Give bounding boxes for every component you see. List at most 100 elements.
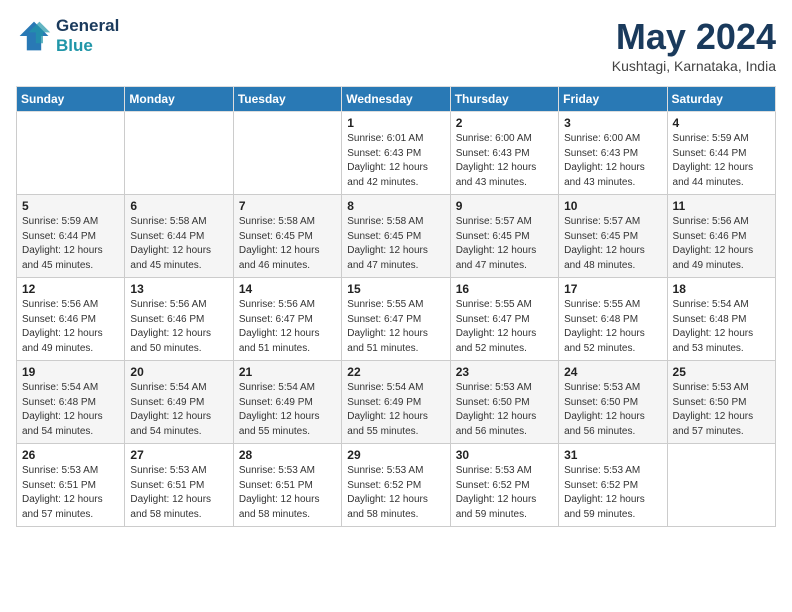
calendar-day-cell: 18Sunrise: 5:54 AM Sunset: 6:48 PM Dayli… [667, 278, 775, 361]
day-number: 2 [456, 116, 553, 130]
day-info: Sunrise: 6:01 AM Sunset: 6:43 PM Dayligh… [347, 132, 444, 190]
calendar-day-cell: 12 Sunrise: 5:56 AM Sunset: 6:46 PM Dayli… [17, 278, 125, 361]
day-info: Sunrise: 5:53 AM Sunset: 6:51 PM Dayligh… [239, 464, 336, 522]
calendar-day-cell: 1 Sunrise: 6:01 AM Sunset: 6:43 PM Daylig… [342, 112, 450, 195]
calendar-day-cell: 15Sunrise: 5:55 AM Sunset: 6:47 PM Dayli… [342, 278, 450, 361]
day-number: 3 [564, 116, 661, 130]
day-number: 22 [347, 365, 444, 379]
logo: General Blue [16, 16, 119, 56]
calendar-day-cell: 4Sunrise: 5:59 AM Sunset: 6:44 PM Daylig… [667, 112, 775, 195]
day-number: 23 [456, 365, 553, 379]
weekday-header: Thursday [450, 87, 558, 112]
day-info: Sunrise: 5:54 AM Sunset: 6:49 PM Dayligh… [347, 381, 444, 439]
day-number: 12 [22, 282, 119, 296]
calendar-day-cell [125, 112, 233, 195]
calendar-header: SundayMondayTuesdayWednesdayThursdayFrid… [17, 87, 776, 112]
weekday-header: Wednesday [342, 87, 450, 112]
calendar-day-cell: 25Sunrise: 5:53 AM Sunset: 6:50 PM Dayli… [667, 361, 775, 444]
calendar-day-cell: 21 Sunrise: 5:54 AM Sunset: 6:49 PM Dayli… [233, 361, 341, 444]
day-info: Sunrise: 6:00 AM Sunset: 6:43 PM Dayligh… [564, 132, 661, 190]
day-number: 6 [130, 199, 227, 213]
calendar-week-row: 12 Sunrise: 5:56 AM Sunset: 6:46 PM Dayli… [17, 278, 776, 361]
day-number: 20 [130, 365, 227, 379]
calendar-day-cell: 17 Sunrise: 5:55 AM Sunset: 6:48 PM Dayli… [559, 278, 667, 361]
day-number: 18 [673, 282, 770, 296]
day-number: 27 [130, 448, 227, 462]
day-info: Sunrise: 5:55 AM Sunset: 6:48 PM Dayligh… [564, 298, 661, 356]
calendar-day-cell: 22 Sunrise: 5:54 AM Sunset: 6:49 PM Dayli… [342, 361, 450, 444]
day-info: Sunrise: 5:56 AM Sunset: 6:47 PM Dayligh… [239, 298, 336, 356]
calendar-day-cell [17, 112, 125, 195]
weekday-header: Monday [125, 87, 233, 112]
calendar-day-cell: 3 Sunrise: 6:00 AM Sunset: 6:43 PM Daylig… [559, 112, 667, 195]
calendar-day-cell: 30Sunrise: 5:53 AM Sunset: 6:52 PM Dayli… [450, 444, 558, 527]
day-number: 16 [456, 282, 553, 296]
calendar-table: SundayMondayTuesdayWednesdayThursdayFrid… [16, 86, 776, 527]
day-info: Sunrise: 5:56 AM Sunset: 6:46 PM Dayligh… [673, 215, 770, 273]
calendar-day-cell: 8 Sunrise: 5:58 AM Sunset: 6:45 PM Daylig… [342, 195, 450, 278]
day-number: 28 [239, 448, 336, 462]
day-number: 26 [22, 448, 119, 462]
calendar-day-cell: 16 Sunrise: 5:55 AM Sunset: 6:47 PM Dayli… [450, 278, 558, 361]
day-info: Sunrise: 5:54 AM Sunset: 6:49 PM Dayligh… [130, 381, 227, 439]
calendar-day-cell: 7 Sunrise: 5:58 AM Sunset: 6:45 PM Daylig… [233, 195, 341, 278]
calendar-day-cell: 6 Sunrise: 5:58 AM Sunset: 6:44 PM Daylig… [125, 195, 233, 278]
location: Kushtagi, Karnataka, India [612, 58, 776, 74]
logo-icon [16, 18, 52, 54]
calendar-day-cell: 11 Sunrise: 5:56 AM Sunset: 6:46 PM Dayli… [667, 195, 775, 278]
calendar-day-cell: 31 Sunrise: 5:53 AM Sunset: 6:52 PM Dayli… [559, 444, 667, 527]
calendar-day-cell: 19Sunrise: 5:54 AM Sunset: 6:48 PM Dayli… [17, 361, 125, 444]
calendar-day-cell: 20 Sunrise: 5:54 AM Sunset: 6:49 PM Dayli… [125, 361, 233, 444]
calendar-day-cell [667, 444, 775, 527]
day-number: 1 [347, 116, 444, 130]
day-number: 31 [564, 448, 661, 462]
day-number: 10 [564, 199, 661, 213]
calendar-day-cell: 24 Sunrise: 5:53 AM Sunset: 6:50 PM Dayli… [559, 361, 667, 444]
day-number: 9 [456, 199, 553, 213]
day-number: 8 [347, 199, 444, 213]
day-number: 11 [673, 199, 770, 213]
calendar-day-cell: 13 Sunrise: 5:56 AM Sunset: 6:46 PM Dayli… [125, 278, 233, 361]
calendar-week-row: 26 Sunrise: 5:53 AM Sunset: 6:51 PM Dayli… [17, 444, 776, 527]
day-info: Sunrise: 5:53 AM Sunset: 6:50 PM Dayligh… [673, 381, 770, 439]
day-number: 5 [22, 199, 119, 213]
day-info: Sunrise: 5:53 AM Sunset: 6:50 PM Dayligh… [456, 381, 553, 439]
day-number: 30 [456, 448, 553, 462]
weekday-header: Friday [559, 87, 667, 112]
day-info: Sunrise: 5:58 AM Sunset: 6:45 PM Dayligh… [239, 215, 336, 273]
day-info: Sunrise: 5:53 AM Sunset: 6:52 PM Dayligh… [564, 464, 661, 522]
calendar-week-row: 5Sunrise: 5:59 AM Sunset: 6:44 PM Daylig… [17, 195, 776, 278]
day-number: 15 [347, 282, 444, 296]
day-info: Sunrise: 5:58 AM Sunset: 6:45 PM Dayligh… [347, 215, 444, 273]
day-info: Sunrise: 5:54 AM Sunset: 6:49 PM Dayligh… [239, 381, 336, 439]
day-number: 7 [239, 199, 336, 213]
logo-text: General Blue [56, 16, 119, 56]
weekday-header: Sunday [17, 87, 125, 112]
day-info: Sunrise: 5:53 AM Sunset: 6:52 PM Dayligh… [347, 464, 444, 522]
day-number: 19 [22, 365, 119, 379]
day-info: Sunrise: 5:57 AM Sunset: 6:45 PM Dayligh… [456, 215, 553, 273]
calendar-week-row: 19Sunrise: 5:54 AM Sunset: 6:48 PM Dayli… [17, 361, 776, 444]
day-info: Sunrise: 5:53 AM Sunset: 6:51 PM Dayligh… [22, 464, 119, 522]
weekday-header: Saturday [667, 87, 775, 112]
day-number: 14 [239, 282, 336, 296]
day-info: Sunrise: 5:57 AM Sunset: 6:45 PM Dayligh… [564, 215, 661, 273]
calendar-day-cell: 29Sunrise: 5:53 AM Sunset: 6:52 PM Dayli… [342, 444, 450, 527]
calendar-day-cell: 2 Sunrise: 6:00 AM Sunset: 6:43 PM Daylig… [450, 112, 558, 195]
day-number: 4 [673, 116, 770, 130]
day-info: Sunrise: 5:56 AM Sunset: 6:46 PM Dayligh… [130, 298, 227, 356]
calendar-day-cell [233, 112, 341, 195]
day-info: Sunrise: 5:56 AM Sunset: 6:46 PM Dayligh… [22, 298, 119, 356]
day-number: 21 [239, 365, 336, 379]
month-title: May 2024 [612, 16, 776, 58]
calendar-week-row: 1 Sunrise: 6:01 AM Sunset: 6:43 PM Daylig… [17, 112, 776, 195]
day-number: 24 [564, 365, 661, 379]
day-info: Sunrise: 5:53 AM Sunset: 6:50 PM Dayligh… [564, 381, 661, 439]
day-number: 13 [130, 282, 227, 296]
day-info: Sunrise: 5:55 AM Sunset: 6:47 PM Dayligh… [456, 298, 553, 356]
page-header: General Blue May 2024 Kushtagi, Karnatak… [16, 16, 776, 74]
calendar-day-cell: 28 Sunrise: 5:53 AM Sunset: 6:51 PM Dayli… [233, 444, 341, 527]
day-number: 17 [564, 282, 661, 296]
day-info: Sunrise: 5:58 AM Sunset: 6:44 PM Dayligh… [130, 215, 227, 273]
day-info: Sunrise: 6:00 AM Sunset: 6:43 PM Dayligh… [456, 132, 553, 190]
